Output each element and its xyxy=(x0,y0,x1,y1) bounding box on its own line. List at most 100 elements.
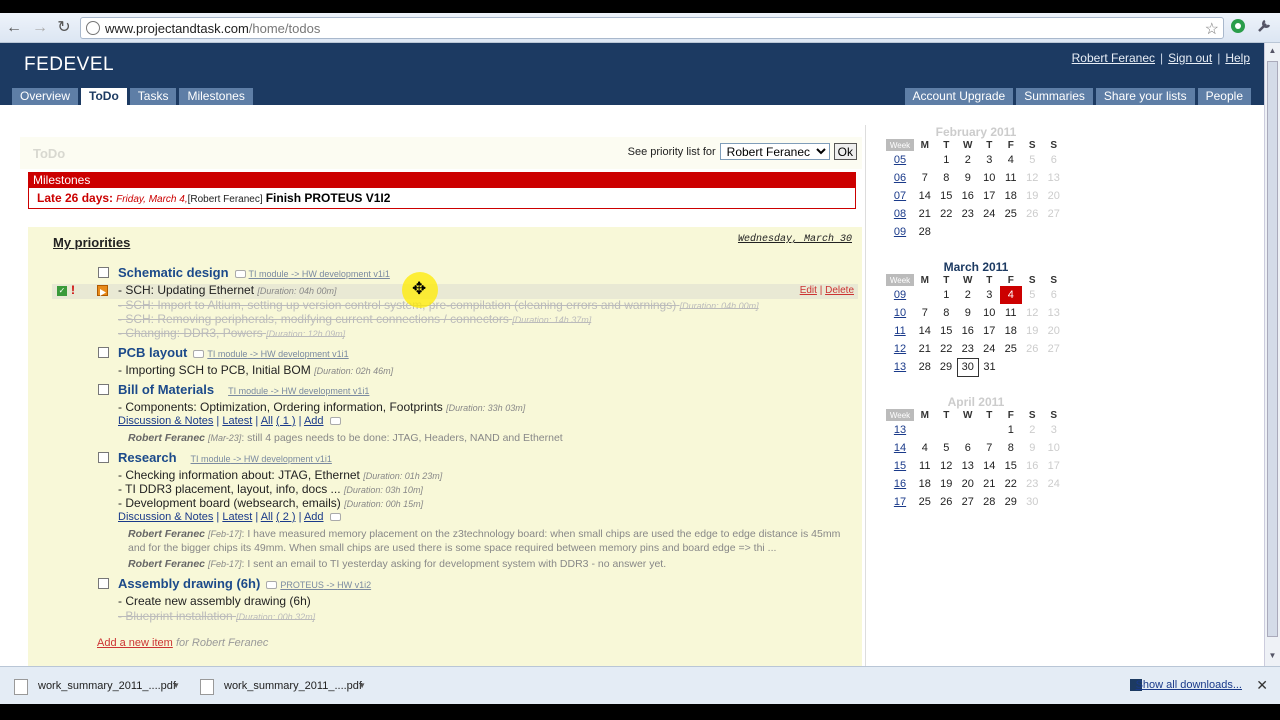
calendar-day[interactable]: 8 xyxy=(1000,439,1022,457)
calendar-day[interactable]: 14 xyxy=(914,187,936,205)
user-name-link[interactable]: Robert Feranec xyxy=(1072,51,1155,65)
calendar-day[interactable]: 28 xyxy=(979,493,1001,511)
notes-count-link[interactable]: ( 1 ) xyxy=(276,415,296,427)
week-number-link[interactable]: 14 xyxy=(886,439,914,457)
calendar-day[interactable]: 26 xyxy=(1022,205,1044,223)
week-number-link[interactable]: 08 xyxy=(886,205,914,223)
calendar-day[interactable]: 9 xyxy=(957,169,979,187)
notes-count-link[interactable]: ( 2 ) xyxy=(276,511,296,523)
play-timer-icon[interactable] xyxy=(97,285,108,296)
calendar-day[interactable]: 20 xyxy=(957,475,979,493)
calendar-day[interactable]: 18 xyxy=(1000,322,1022,340)
calendar-day[interactable]: 7 xyxy=(914,304,936,322)
calendar-day[interactable]: 14 xyxy=(914,322,936,340)
calendar-day[interactable]: 6 xyxy=(1043,286,1065,304)
calendar-day[interactable]: 22 xyxy=(936,340,958,358)
calendar-day[interactable]: 25 xyxy=(1000,205,1022,223)
calendar-day[interactable]: 20 xyxy=(1043,322,1065,340)
calendar-day[interactable]: 13 xyxy=(957,457,979,475)
milestone-name[interactable]: Finish PROTEUS V1I2 xyxy=(266,191,391,205)
calendar-day[interactable]: 17 xyxy=(979,187,1001,205)
calendar-day[interactable]: 16 xyxy=(957,187,979,205)
item-checkbox[interactable] xyxy=(98,452,109,463)
back-icon[interactable]: ← xyxy=(4,18,24,38)
week-number-link[interactable]: 06 xyxy=(886,169,914,187)
add-note-link[interactable]: Add xyxy=(304,415,324,427)
tab-people[interactable]: People xyxy=(1197,88,1251,105)
task-row[interactable]: - Checking information about: JTAG, Ethe… xyxy=(118,468,442,482)
calendar-day[interactable]: 17 xyxy=(979,322,1001,340)
task-row[interactable]: - Components: Optimization, Ordering inf… xyxy=(118,400,525,414)
calendar-day[interactable]: 2 xyxy=(1022,421,1044,439)
milestone-link[interactable]: HW development v1i1 xyxy=(244,454,332,464)
dropdown-arrow-icon[interactable]: ▼ xyxy=(358,673,366,699)
calendar-day[interactable]: 14 xyxy=(979,457,1001,475)
calendar-day[interactable]: 3 xyxy=(1043,421,1065,439)
week-number-link[interactable]: 13 xyxy=(886,421,914,439)
week-number-link[interactable]: 11 xyxy=(886,322,914,340)
calendar-day[interactable]: 30 xyxy=(956,357,979,377)
week-number-link[interactable]: 09 xyxy=(886,223,914,241)
tab-share-lists[interactable]: Share your lists xyxy=(1095,88,1195,105)
calendar-day[interactable]: 9 xyxy=(1022,439,1044,457)
wrench-icon[interactable] xyxy=(1254,18,1274,38)
calendar-day[interactable]: 27 xyxy=(957,493,979,511)
all-notes-link[interactable]: All xyxy=(261,511,273,523)
calendar-day[interactable]: 21 xyxy=(914,205,936,223)
signout-link[interactable]: Sign out xyxy=(1168,51,1212,65)
calendar-day[interactable]: 19 xyxy=(1022,322,1044,340)
week-number-link[interactable]: 16 xyxy=(886,475,914,493)
item-checkbox[interactable] xyxy=(98,384,109,395)
calendar-day[interactable]: 23 xyxy=(957,340,979,358)
calendar-day[interactable]: 5 xyxy=(1022,286,1044,304)
calendar-day[interactable]: 1 xyxy=(936,151,958,169)
week-number-link[interactable]: 10 xyxy=(886,304,914,322)
add-new-item-link[interactable]: Add a new item xyxy=(97,637,173,649)
calendar-day[interactable]: 30 xyxy=(1022,493,1044,511)
calendar-day[interactable]: 22 xyxy=(1000,475,1022,493)
task-row[interactable]: - Development board (websearch, emails) … xyxy=(118,496,423,510)
week-number-link[interactable]: 12 xyxy=(886,340,914,358)
add-note-link[interactable]: Add xyxy=(304,511,324,523)
calendar-day[interactable]: 26 xyxy=(1022,340,1044,358)
calendar-day[interactable]: 1 xyxy=(1000,421,1022,439)
help-link[interactable]: Help xyxy=(1225,51,1250,65)
calendar-day[interactable]: 2 xyxy=(957,151,979,169)
milestone-link[interactable]: HW development v1i1 xyxy=(302,269,390,279)
site-logo[interactable]: FEDEVEL xyxy=(24,54,114,76)
calendar-day[interactable]: 17 xyxy=(1043,457,1065,475)
edit-link[interactable]: Edit xyxy=(800,285,817,296)
show-all-downloads-link[interactable]: Show all downloads... xyxy=(1136,679,1242,691)
download-item[interactable]: work_summary_2011_....pdf ▼ xyxy=(190,673,370,699)
calendar-day[interactable]: 11 xyxy=(1000,169,1022,187)
week-number-link[interactable]: 17 xyxy=(886,493,914,511)
calendar-day[interactable]: 3 xyxy=(979,151,1001,169)
calendar-day[interactable]: 24 xyxy=(979,340,1001,358)
bookmark-star-icon[interactable]: ☆ xyxy=(1205,19,1219,39)
tab-todo[interactable]: ToDo xyxy=(81,88,127,105)
calendar-day[interactable]: 15 xyxy=(936,187,958,205)
calendar-day[interactable]: 4 xyxy=(914,439,936,457)
calendar-day[interactable]: 20 xyxy=(1043,187,1065,205)
tab-overview[interactable]: Overview xyxy=(12,88,79,105)
reload-icon[interactable]: ↻ xyxy=(54,18,74,38)
calendar-day[interactable]: 10 xyxy=(1043,439,1065,457)
calendar-day[interactable]: 12 xyxy=(1022,304,1044,322)
task-row-done[interactable]: - Changing: DDR3, Powers [Duration: 12h … xyxy=(118,326,345,340)
calendar-day[interactable]: 7 xyxy=(914,169,936,187)
calendar-day[interactable]: 28 xyxy=(914,223,936,241)
calendar-day[interactable]: 29 xyxy=(1000,493,1022,511)
calendar-day[interactable]: 12 xyxy=(936,457,958,475)
week-number-link[interactable]: 05 xyxy=(886,151,914,169)
tab-account-upgrade[interactable]: Account Upgrade xyxy=(904,88,1014,105)
item-title-pcb-layout[interactable]: PCB layout TI module -> HW development v1… xyxy=(118,345,349,360)
calendar-day[interactable]: 29 xyxy=(936,358,958,376)
calendar-day[interactable]: 27 xyxy=(1043,340,1065,358)
calendar-day[interactable]: 10 xyxy=(979,304,1001,322)
done-check-icon[interactable]: ✓ xyxy=(57,286,67,296)
task-row[interactable]: - SCH: Updating Ethernet [Duration: 04h … xyxy=(118,283,336,297)
milestone-link[interactable]: HW development v1i1 xyxy=(281,386,369,396)
calendar-day[interactable]: 23 xyxy=(957,205,979,223)
priority-person-select[interactable]: Robert Feranec xyxy=(719,143,830,160)
calendar-day[interactable]: 16 xyxy=(1022,457,1044,475)
